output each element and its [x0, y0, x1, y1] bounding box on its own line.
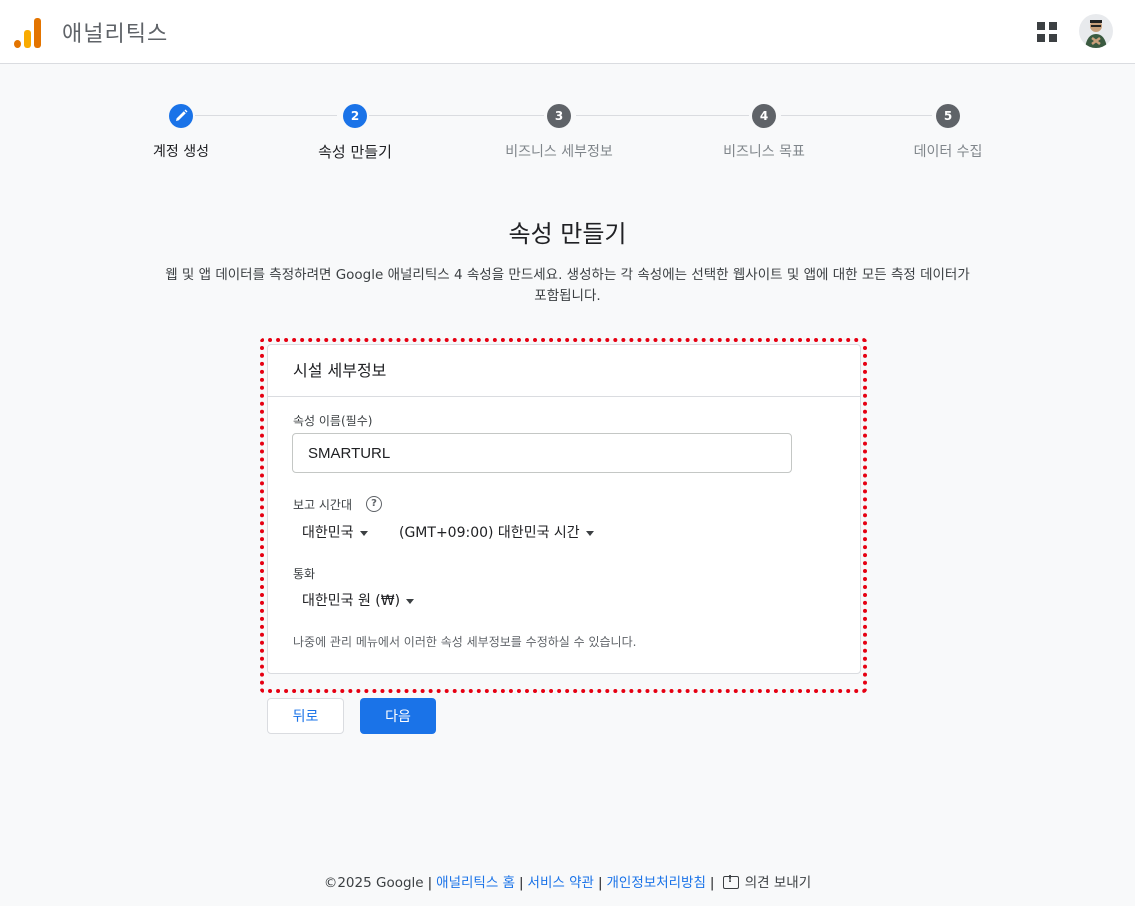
step-label: 비즈니스 목표: [723, 144, 805, 160]
step-business-goals: 4 비즈니스 목표: [664, 100, 864, 161]
app-title: 애널리틱스: [62, 22, 169, 47]
logo-bar-tall: [34, 18, 41, 48]
send-feedback-button[interactable]: 의견 보내기: [722, 874, 812, 891]
step-number: 4: [752, 104, 776, 128]
app-header: 애널리틱스: [0, 0, 1135, 64]
highlight-annotation: [260, 338, 867, 693]
logo-dot: [14, 40, 21, 48]
avatar[interactable]: [1079, 14, 1113, 48]
page-description: 웹 및 앱 데이터를 측정하려면 Google 애널리틱스 4 속성을 만드세요…: [165, 267, 970, 304]
step-business-details: 3 비즈니스 세부정보: [459, 100, 659, 161]
progress-stepper: 계정 생성 2 속성 만들기 3 비즈니스 세부정보 4 비즈니스 목표 5 데…: [0, 100, 1135, 170]
feedback-icon: [722, 874, 739, 889]
analytics-logo[interactable]: [14, 16, 42, 48]
analytics-home-link[interactable]: 애널리틱스 홈: [436, 875, 515, 891]
step-number: 2: [343, 104, 367, 128]
next-button[interactable]: 다음: [360, 698, 436, 734]
terms-link[interactable]: 서비스 약관: [528, 875, 594, 891]
footer: ©2025 Google|애널리틱스 홈|서비스 약관|개인정보처리방침| 의견…: [0, 871, 1135, 891]
step-account-created: 계정 생성: [81, 100, 281, 161]
feedback-label: 의견 보내기: [744, 875, 812, 891]
step-create-property: 2 속성 만들기: [255, 100, 455, 162]
page-title: 속성 만들기: [508, 220, 627, 248]
step-label: 데이터 수집: [913, 144, 983, 160]
logo-bar-mid: [24, 30, 31, 48]
step-label: 계정 생성: [153, 144, 209, 160]
step-data-collection: 5 데이터 수집: [848, 100, 1048, 161]
pencil-icon: [169, 104, 193, 128]
step-label: 속성 만들기: [318, 143, 392, 161]
step-label: 비즈니스 세부정보: [505, 144, 613, 160]
back-button[interactable]: 뒤로: [267, 698, 344, 734]
step-number: 5: [936, 104, 960, 128]
privacy-link[interactable]: 개인정보처리방침: [607, 875, 706, 891]
apps-grid-icon[interactable]: [1037, 22, 1057, 42]
step-number: 3: [547, 104, 571, 128]
copyright: ©2025 Google: [323, 875, 424, 891]
